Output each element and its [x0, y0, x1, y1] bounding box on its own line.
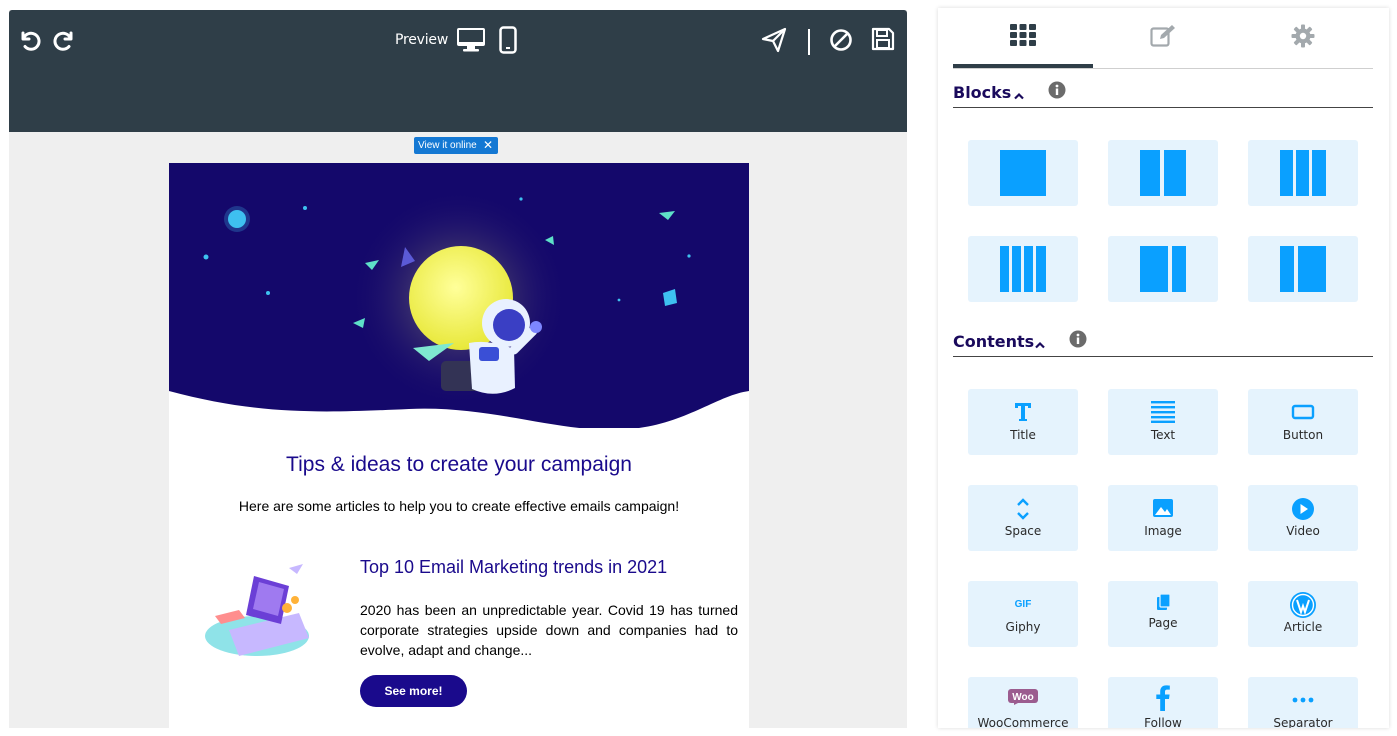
space-icon: [968, 497, 1078, 521]
save-icon[interactable]: [871, 27, 895, 56]
tab-blocks[interactable]: [953, 8, 1093, 68]
content-video[interactable]: Video: [1248, 485, 1358, 551]
content-article[interactable]: Article: [1248, 581, 1358, 647]
cancel-icon[interactable]: [829, 28, 853, 57]
dots-icon: [1248, 689, 1358, 713]
woo-icon: Woo: [968, 689, 1078, 713]
button-icon: [1248, 401, 1358, 425]
toolbar-divider: [808, 29, 810, 55]
redo-icon[interactable]: [53, 28, 77, 57]
block-3-columns[interactable]: [1248, 140, 1358, 206]
block-1-column[interactable]: [968, 140, 1078, 206]
info-icon[interactable]: [1069, 330, 1087, 353]
view-online-label: View it online: [418, 140, 477, 151]
content-title[interactable]: Title: [968, 389, 1078, 455]
content-separator[interactable]: Separator: [1248, 677, 1358, 728]
svg-text:Woo: Woo: [1012, 692, 1033, 703]
article-image: [205, 564, 309, 656]
article-title[interactable]: Top 10 Email Marketing trends in 2021: [360, 557, 667, 578]
title-icon: [968, 401, 1078, 425]
blocks-label: Blocks: [953, 83, 1012, 102]
tile-label: Text: [1150, 428, 1176, 442]
view-online-badge[interactable]: View it online ✕: [414, 137, 498, 154]
content-page[interactable]: Page: [1108, 581, 1218, 647]
send-test-icon[interactable]: [761, 27, 787, 58]
email-title: Tips & ideas to create your campaign: [286, 453, 632, 476]
tab-settings[interactable]: [1233, 8, 1373, 68]
editor-toolbar: Preview: [9, 10, 907, 132]
content-panel: Blocks Contents Title Text Button Space …: [938, 8, 1389, 728]
content-follow[interactable]: Follow: [1108, 677, 1218, 728]
page-icon: [1108, 593, 1218, 617]
content-text[interactable]: Text: [1108, 389, 1218, 455]
mobile-icon[interactable]: [499, 26, 517, 59]
facebook-icon: [1108, 685, 1218, 713]
tile-label: Page: [1148, 616, 1178, 630]
wordpress-icon: [1248, 592, 1358, 618]
block-4-columns[interactable]: [968, 236, 1078, 302]
text-icon: [1108, 401, 1218, 425]
tile-label: Video: [1286, 524, 1320, 538]
tile-label: Article: [1283, 620, 1323, 634]
tile-label: Follow: [1144, 716, 1182, 728]
email-intro: Here are some articles to help you to cr…: [238, 498, 680, 514]
undo-icon[interactable]: [17, 28, 41, 57]
block-2-columns[interactable]: [1108, 140, 1218, 206]
desktop-icon[interactable]: [456, 27, 486, 58]
chevron-up-icon[interactable]: [1013, 87, 1025, 105]
hero-illustration: [169, 163, 749, 428]
content-space[interactable]: Space: [968, 485, 1078, 551]
see-more-button[interactable]: See more!: [360, 675, 467, 707]
tile-label: Image: [1144, 524, 1182, 538]
email-editor: Preview View it online ✕ Tips & ideas to…: [9, 10, 907, 728]
contents-section-header[interactable]: Contents: [953, 326, 1373, 357]
blocks-section-header[interactable]: Blocks: [953, 77, 1373, 108]
video-icon: [1248, 497, 1358, 521]
content-giphy[interactable]: GIF Giphy: [968, 581, 1078, 647]
block-2-columns-wide-left[interactable]: [1108, 236, 1218, 302]
content-button[interactable]: Button: [1248, 389, 1358, 455]
image-icon: [1108, 497, 1218, 521]
block-2-columns-wide-right[interactable]: [1248, 236, 1358, 302]
contents-label: Contents: [953, 332, 1035, 351]
giphy-icon: GIF: [1014, 599, 1032, 610]
tile-label: WooCommerce: [977, 716, 1069, 728]
tile-label: Separator: [1273, 716, 1333, 728]
close-icon[interactable]: ✕: [483, 137, 493, 154]
tile-label: Title: [1010, 428, 1036, 442]
panel-tabs: [953, 8, 1373, 69]
content-woocommerce[interactable]: Woo WooCommerce: [968, 677, 1078, 728]
tile-label: Giphy: [1005, 620, 1041, 634]
preview-label: Preview: [395, 32, 449, 48]
tile-label: Space: [1004, 524, 1042, 538]
tab-edit[interactable]: [1093, 8, 1233, 68]
email-canvas: Tips & ideas to create your campaign Her…: [169, 163, 749, 728]
chevron-up-icon[interactable]: [1034, 336, 1046, 354]
info-icon[interactable]: [1048, 81, 1066, 104]
tile-label: Button: [1282, 428, 1324, 442]
article-excerpt: 2020 has been an unpredictable year. Cov…: [360, 602, 738, 658]
content-image[interactable]: Image: [1108, 485, 1218, 551]
